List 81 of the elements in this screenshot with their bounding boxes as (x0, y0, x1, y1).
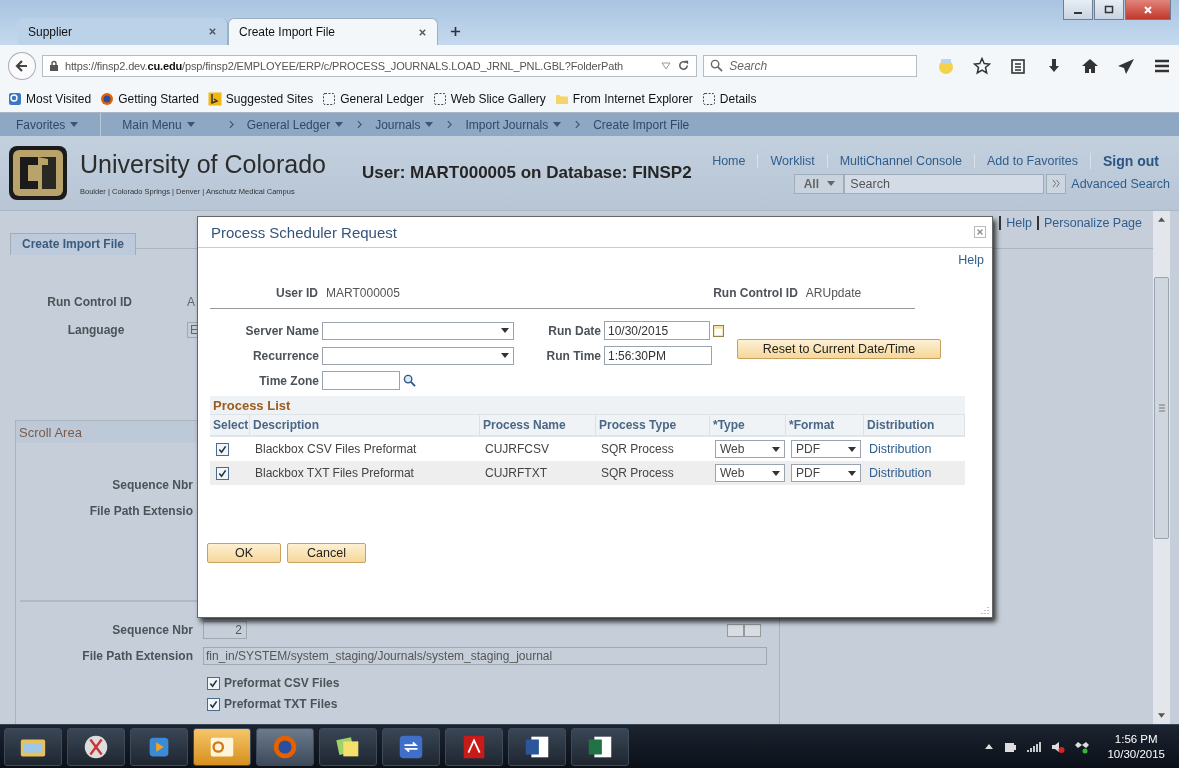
browser-tab[interactable]: Create Import File (228, 18, 438, 45)
field-value: A (187, 295, 196, 309)
advanced-search-link[interactable]: Advanced Search (1071, 176, 1170, 191)
bookmark-link[interactable]: Details (701, 92, 757, 106)
user-database-info: User: MART000005 on Database: FINSP2 (361, 163, 692, 183)
url-text: https://finsp2.dev.cu.edu/psp/finsp2/EMPLOYEE/ERP/c/PROCESS_JOURNALS.LOAD_JRNL_PNL.GBL?FolderPath (64, 59, 625, 72)
checkbox-label: Preformat TXT Files (224, 697, 338, 711)
bookmark-link[interactable]: From Internet Explorer (554, 92, 693, 106)
type-dropdown[interactable]: Web (715, 464, 785, 482)
field-label: Sequence Nbr (111, 623, 193, 637)
page-link[interactable]: Help (999, 216, 1037, 230)
run-date-field[interactable]: 10/30/2015 (604, 321, 710, 340)
address-bar[interactable]: https://finsp2.dev.cu.edu/psp/finsp2/EMPLOYEE/ERP/c/PROCESS_JOURNALS.LOAD_JRNL_PNL.GBL?FolderPath (41, 54, 698, 77)
bookmark-link[interactable]: Suggested Sites (207, 92, 314, 106)
table-cell-text: Blackbox CSV Files Preformat (254, 442, 418, 456)
breadcrumb-menu[interactable]: Import Journals (447, 117, 562, 132)
page-link[interactable]: Personalize Page (1037, 216, 1147, 230)
date-text: 10/30/2015 (1107, 748, 1165, 760)
bookmark-link[interactable]: Web Slice Gallery (432, 92, 546, 106)
field-label: User ID (274, 286, 318, 300)
field-label: Run Date (547, 323, 601, 338)
format-dropdown[interactable]: PDF (791, 440, 861, 458)
field-label: Time Zone (258, 373, 319, 388)
table-cell-text: SQR Process (600, 442, 675, 456)
run-control-value: ARUpdate (805, 286, 862, 300)
bookmark-link[interactable]: Getting Started (100, 92, 199, 106)
reset-date-time-button[interactable]: Reset to Current Date/Time (737, 338, 941, 359)
bookmark-link[interactable]: Most Visited (8, 92, 92, 106)
header-link[interactable]: Worklist (757, 153, 827, 168)
page-tab[interactable]: Create Import File (10, 233, 137, 255)
type-dropdown[interactable]: Web (715, 440, 785, 458)
search-placeholder: Search (729, 58, 768, 73)
header-link[interactable]: Add to Favorites (974, 153, 1090, 168)
file-path-field[interactable]: fin_in/SYSTEM/system_staging/Journals/system_staging_journal (203, 647, 767, 665)
column-header: Process Name (480, 415, 596, 435)
column-header: Description (250, 415, 480, 435)
breadcrumb-menu[interactable]: Create Import File (575, 117, 690, 132)
sign-out-link[interactable]: Sign out (1090, 152, 1159, 169)
format-dropdown[interactable]: PDF (791, 464, 861, 482)
browser-tab[interactable]: Supplier (18, 18, 228, 45)
university-name: University of Colorado (80, 150, 326, 179)
time-text: 1:56 PM (1114, 733, 1158, 745)
field-label: Language (66, 323, 126, 337)
header-link[interactable]: Home (700, 153, 758, 168)
distribution-link[interactable]: Distribution (869, 466, 932, 480)
checkbox-label: Preformat CSV Files (224, 676, 340, 690)
search-scope-dropdown[interactable]: All (794, 173, 845, 194)
field-label: Run Control ID (46, 295, 132, 309)
breadcrumb-menu[interactable]: Favorites (16, 117, 79, 132)
run-time-field[interactable]: 1:56:30PM (604, 346, 712, 365)
ok-button[interactable]: OK (207, 543, 281, 563)
field-label: File Path Extension (81, 649, 193, 663)
grid-title: Process List (210, 396, 965, 414)
search-field[interactable]: Search (844, 173, 1045, 194)
table-cell-text: Blackbox TXT Files Preformat (254, 466, 415, 480)
sequence-field[interactable]: 2 (203, 621, 247, 639)
dialog-title: Process Scheduler Request (211, 223, 397, 241)
bookmark-link[interactable]: General Ledger (322, 92, 424, 106)
table-cell-text: SQR Process (600, 466, 675, 480)
column-header: Distribution (864, 415, 965, 435)
column-header: *Format (786, 415, 864, 435)
field-label: Sequence Nbr (111, 478, 193, 492)
search-field[interactable]: Search (703, 54, 917, 77)
cancel-button[interactable]: Cancel (287, 543, 366, 563)
breadcrumb-menu[interactable]: General Ledger (228, 117, 344, 132)
field-label: Server Name (244, 323, 319, 338)
field-label: File Path Extensio (88, 504, 193, 518)
field-label: Run Control ID (712, 286, 798, 300)
breadcrumb-menu[interactable]: Journals (357, 117, 434, 132)
table-cell-text: CUJRFTXT (484, 466, 548, 480)
field-label: Recurrence (251, 348, 319, 363)
clock[interactable]: 1:56 PM 10/30/2015 (1107, 733, 1165, 760)
column-header: *Type (710, 415, 786, 435)
help-link[interactable]: Help (958, 253, 984, 271)
table-cell-text: CUJRFCSV (484, 442, 550, 456)
user-id-value: MART000005 (326, 286, 400, 300)
field-label: Run Time (545, 348, 601, 363)
column-header: Select (210, 415, 250, 435)
header-link[interactable]: MultiChannel Console (826, 153, 974, 168)
column-header: Process Type (596, 415, 710, 435)
distribution-link[interactable]: Distribution (869, 442, 932, 456)
